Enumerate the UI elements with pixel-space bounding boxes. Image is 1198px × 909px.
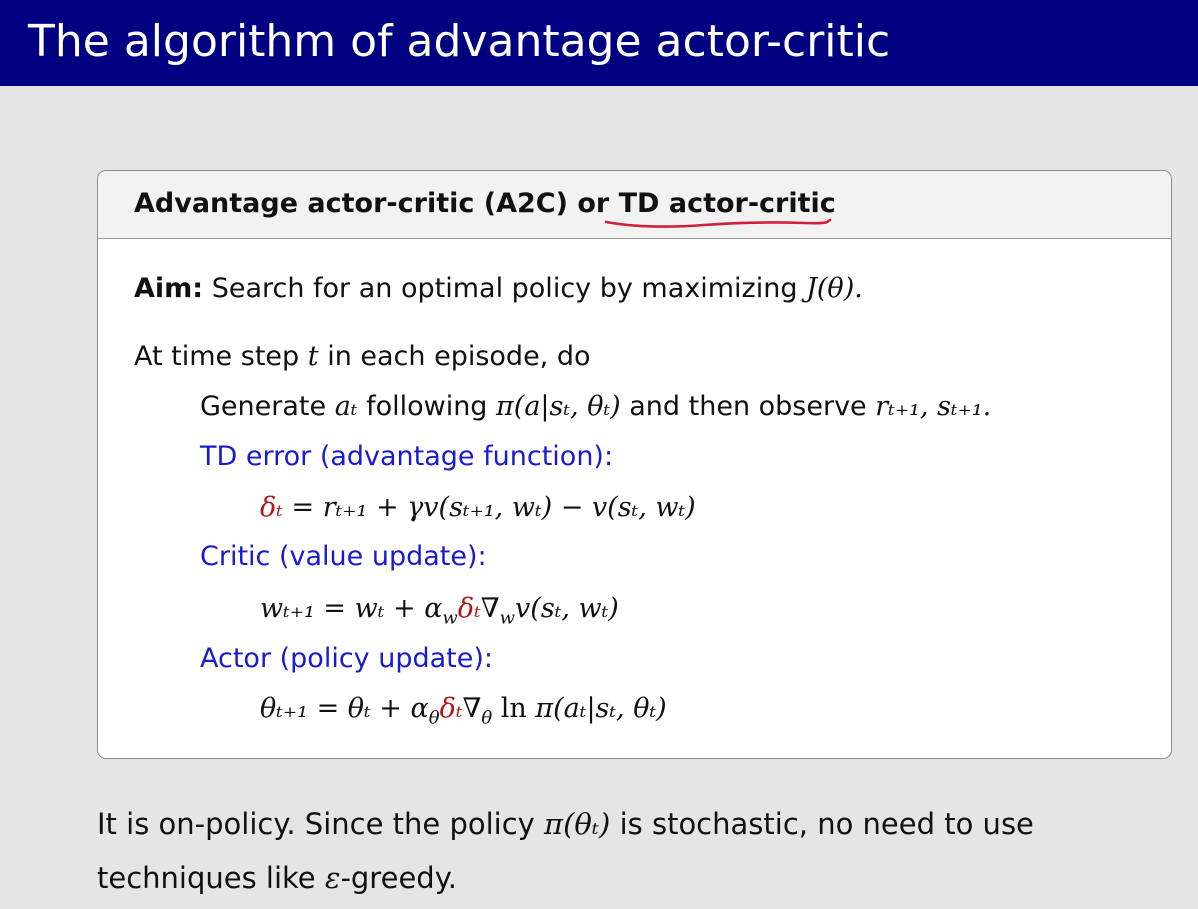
footer-line-1: It is on-policy. Since the policy π(θₜ) …	[97, 804, 1034, 844]
footer-line-2: techniques like ε-greedy.	[97, 858, 457, 898]
footer-text-4: -greedy.	[340, 861, 457, 895]
critic-eq-nabla-sub: w	[499, 607, 516, 629]
generate-text-3: and then observe	[629, 391, 867, 422]
generate-math-1: aₜ	[334, 391, 358, 422]
loop-text-2: in each episode, do	[327, 341, 591, 372]
actor-delta: δₜ	[439, 693, 463, 724]
loop-line: At time step t in each episode, do	[134, 339, 591, 375]
aim-math: J(θ).	[806, 273, 863, 304]
slide-title: The algorithm of advantage actor-critic	[28, 16, 891, 67]
td-delta: δₜ	[260, 492, 283, 523]
generate-text-1: Generate	[200, 391, 327, 422]
actor-eq-part-1: θₜ₊₁ = θₜ + α	[260, 693, 429, 724]
generate-line: Generate aₜ following π(a|sₜ, θₜ) and th…	[200, 389, 991, 425]
loop-math: t	[307, 341, 319, 372]
actor-nabla: ∇	[462, 693, 482, 724]
td-error-equation: δₜ = rₜ₊₁ + γv(sₜ₊₁, wₜ) − v(sₜ, wₜ)	[260, 490, 696, 526]
actor-ln: ln	[500, 693, 527, 724]
critic-nabla: ∇	[480, 593, 500, 624]
algorithm-block-header: Advantage actor-critic (A2C) or TD actor…	[98, 171, 1171, 239]
td-rhs: = rₜ₊₁ + γv(sₜ₊₁, wₜ) − v(sₜ, wₜ)	[291, 492, 696, 523]
footer-text-3: techniques like	[97, 861, 316, 895]
actor-label: Actor (policy update):	[200, 643, 493, 674]
actor-eq-nabla-sub: θ	[481, 707, 493, 729]
generate-math-2: π(a|sₜ, θₜ)	[496, 391, 621, 422]
algorithm-block: Advantage actor-critic (A2C) or TD actor…	[97, 170, 1172, 759]
footer-math-2: ε	[324, 861, 341, 895]
loop-text-1: At time step	[134, 341, 300, 372]
aim-line: Aim: Search for an optimal policy by max…	[134, 271, 863, 307]
footer-math-1: π(θₜ)	[544, 807, 611, 841]
critic-equation: wₜ₊₁ = wₜ + αwδₜ∇wv(sₜ, wₜ)	[260, 591, 619, 636]
generate-math-3: rₜ₊₁, sₜ₊₁.	[875, 391, 992, 422]
actor-eq-part-3: π(aₜ|sₜ, θₜ)	[535, 693, 667, 724]
critic-eq-alpha-sub: w	[442, 607, 458, 629]
footer-text-2: is stochastic, no need to use	[619, 807, 1034, 841]
footer-text-1: It is on-policy. Since the policy	[97, 807, 535, 841]
actor-equation: θₜ₊₁ = θₜ + αθδₜ∇θ ln π(aₜ|sₜ, θₜ)	[260, 691, 667, 736]
critic-label: Critic (value update):	[200, 541, 487, 572]
handwritten-underline	[604, 218, 832, 228]
critic-eq-part-3: v(sₜ, wₜ)	[515, 593, 619, 624]
aim-text: Search for an optimal policy by maximizi…	[211, 273, 798, 304]
critic-eq-part-1: wₜ₊₁ = wₜ + α	[260, 593, 443, 624]
actor-eq-alpha-sub: θ	[428, 707, 440, 729]
td-error-label: TD error (advantage function):	[200, 441, 614, 472]
generate-text-2: following	[366, 391, 488, 422]
aim-label: Aim:	[134, 273, 204, 304]
slide-header: The algorithm of advantage actor-critic	[0, 0, 1198, 86]
critic-delta: δₜ	[457, 593, 481, 624]
